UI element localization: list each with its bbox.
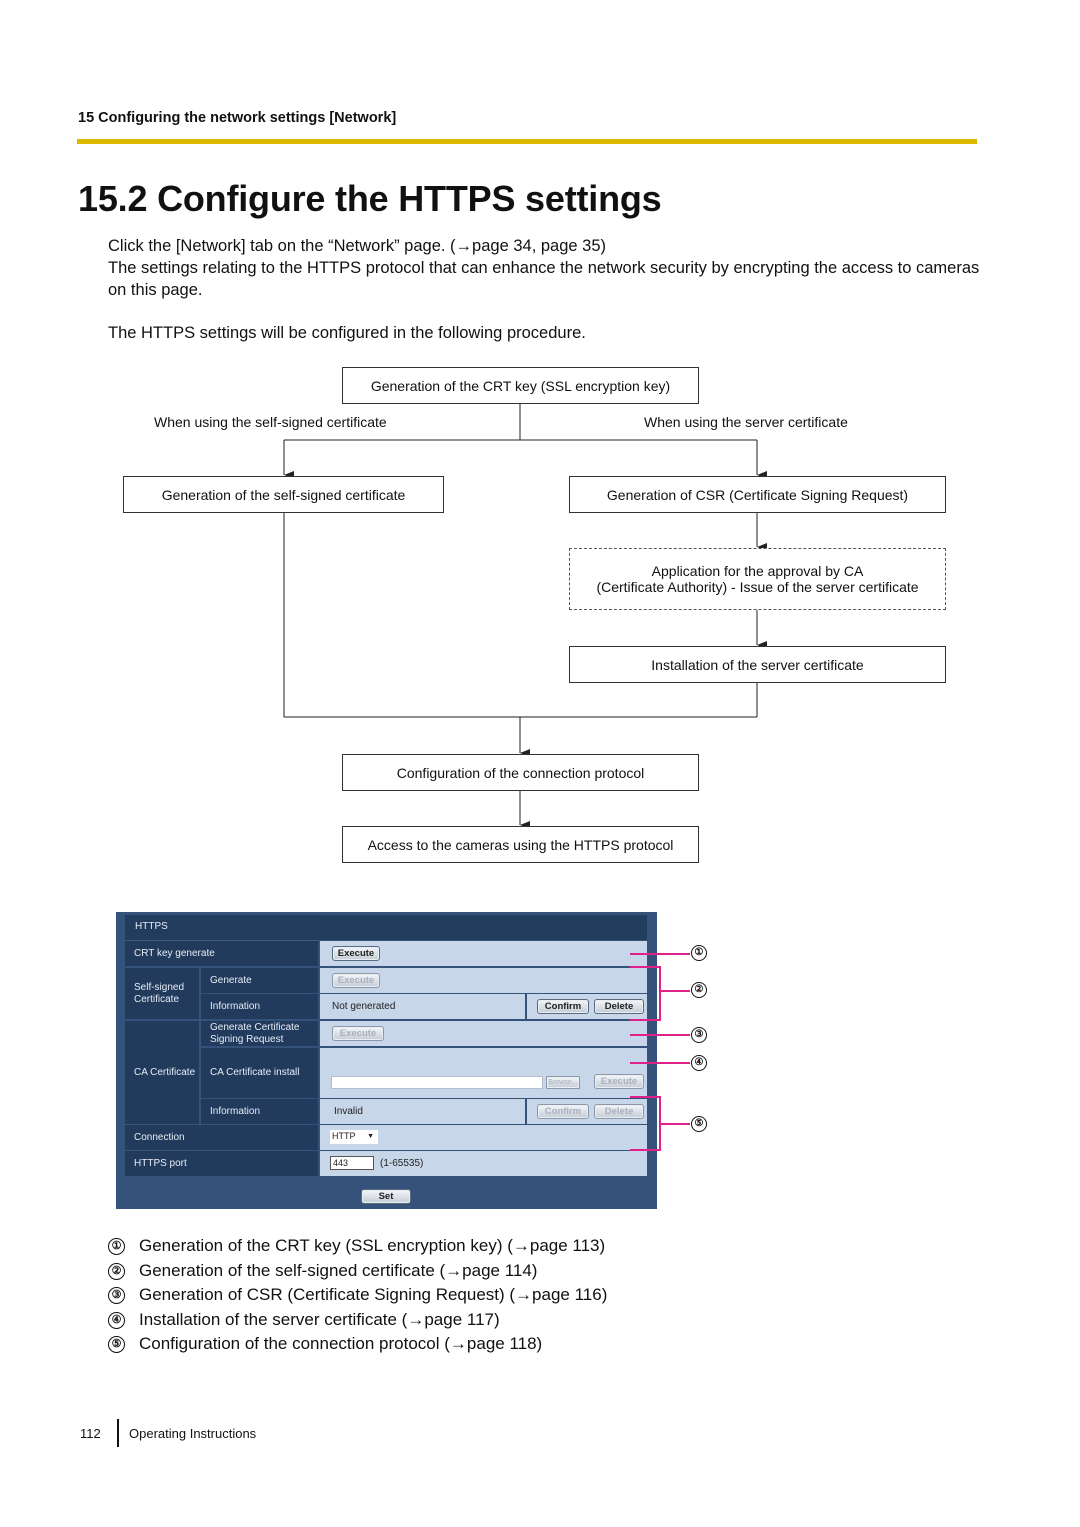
connection-value: HTTP ▼	[320, 1125, 647, 1150]
set-button[interactable]: Set	[361, 1189, 411, 1204]
footer-doc-title: Operating Instructions	[129, 1426, 257, 1441]
https-settings-panel: HTTPS CRT key generate Execute Self-sign…	[116, 912, 657, 1209]
self-generate-execute-button[interactable]: Execute	[332, 973, 380, 988]
port-input[interactable]: 443	[330, 1156, 374, 1170]
ca-install-value: Browse... Execute	[320, 1048, 647, 1098]
flow-step-self-signed: Generation of the self-signed certificat…	[123, 476, 444, 513]
callout-5: ⑤	[691, 1116, 707, 1132]
port-range: (1-65535)	[380, 1158, 424, 1169]
self-generate-value: Execute	[320, 968, 647, 993]
ca-group-label: CA Certificate	[125, 1021, 199, 1124]
legend-item: ② Generation of the self-signed certific…	[108, 1261, 537, 1281]
branch-label-server: When using the server certificate	[644, 414, 848, 430]
crt-key-value: Execute	[320, 941, 647, 966]
connection-select-value: HTTP	[332, 1131, 356, 1141]
legend-num: ②	[108, 1262, 125, 1280]
ca-info-label: Information	[201, 1099, 318, 1124]
port-value: 443 (1-65535)	[320, 1151, 647, 1176]
ca-file-input[interactable]	[331, 1076, 543, 1089]
chevron-down-icon: ▼	[367, 1133, 374, 1140]
legend-num: ③	[108, 1286, 125, 1304]
legend-num: ④	[108, 1311, 125, 1329]
self-info-actions: Confirm Delete	[527, 994, 647, 1019]
self-signed-group-label: Self-signed Certificate	[125, 968, 199, 1019]
ca-confirm-button[interactable]: Confirm	[537, 1104, 589, 1119]
panel-header-title: HTTPS	[135, 921, 168, 932]
flow-step-crt-key: Generation of the CRT key (SSL encryptio…	[342, 367, 699, 404]
ca-execute-button[interactable]: Execute	[594, 1074, 644, 1089]
self-generate-label: Generate	[201, 968, 318, 993]
callout-1: ①	[691, 945, 707, 961]
port-label: HTTPS port	[125, 1151, 318, 1176]
ca-info-actions: Confirm Delete	[527, 1099, 647, 1124]
flow-step-ca-approval: Application for the approval by CA (Cert…	[569, 548, 946, 610]
page-number: 112	[80, 1426, 101, 1441]
footer-divider	[117, 1419, 119, 1447]
legend-item: ④ Installation of the server certificate…	[108, 1310, 500, 1330]
connection-label: Connection	[125, 1125, 318, 1150]
flow-step-access: Access to the cameras using the HTTPS pr…	[342, 826, 699, 863]
self-delete-button[interactable]: Delete	[594, 999, 644, 1014]
ca-approval-line-1: Application for the approval by CA	[651, 563, 864, 579]
legend-num: ①	[108, 1237, 125, 1255]
crt-key-label: CRT key generate	[125, 941, 318, 966]
ca-approval-line-2: (Certificate Authority) - Issue of the s…	[596, 579, 919, 595]
self-confirm-button[interactable]: Confirm	[537, 999, 589, 1014]
legend-text: Generation of CSR (Certificate Signing R…	[139, 1285, 608, 1304]
legend-item: ① Generation of the CRT key (SSL encrypt…	[108, 1236, 605, 1256]
self-info-value: Not generated	[320, 994, 525, 1019]
connection-select[interactable]: HTTP ▼	[330, 1130, 378, 1144]
ca-browse-button[interactable]: Browse...	[546, 1076, 580, 1089]
csr-execute-button[interactable]: Execute	[332, 1026, 384, 1041]
legend-num: ⑤	[108, 1335, 125, 1353]
flow-step-configure: Configuration of the connection protocol	[342, 754, 699, 791]
legend-text: Generation of the CRT key (SSL encryptio…	[139, 1236, 606, 1255]
ca-info-value: Invalid	[320, 1099, 525, 1124]
legend-text: Generation of the self-signed certificat…	[139, 1261, 538, 1280]
legend-text: Configuration of the connection protocol…	[139, 1334, 543, 1353]
legend-text: Installation of the server certificate (…	[139, 1310, 500, 1329]
ca-install-label: CA Certificate install	[201, 1048, 318, 1098]
legend-item: ⑤ Configuration of the connection protoc…	[108, 1334, 542, 1354]
ca-delete-button[interactable]: Delete	[594, 1104, 644, 1119]
crt-execute-button[interactable]: Execute	[332, 946, 380, 961]
callout-3: ③	[691, 1027, 707, 1043]
flow-step-install: Installation of the server certificate	[569, 646, 946, 683]
self-info-label: Information	[201, 994, 318, 1019]
callout-2: ②	[691, 982, 707, 998]
flow-step-csr: Generation of CSR (Certificate Signing R…	[569, 476, 946, 513]
csr-label: Generate Certificate Signing Request	[201, 1021, 318, 1046]
callout-4: ④	[691, 1055, 707, 1071]
panel-header: HTTPS	[125, 915, 647, 942]
csr-value: Execute	[320, 1021, 647, 1046]
legend-item: ③ Generation of CSR (Certificate Signing…	[108, 1285, 607, 1305]
branch-label-self-signed: When using the self-signed certificate	[154, 414, 387, 430]
